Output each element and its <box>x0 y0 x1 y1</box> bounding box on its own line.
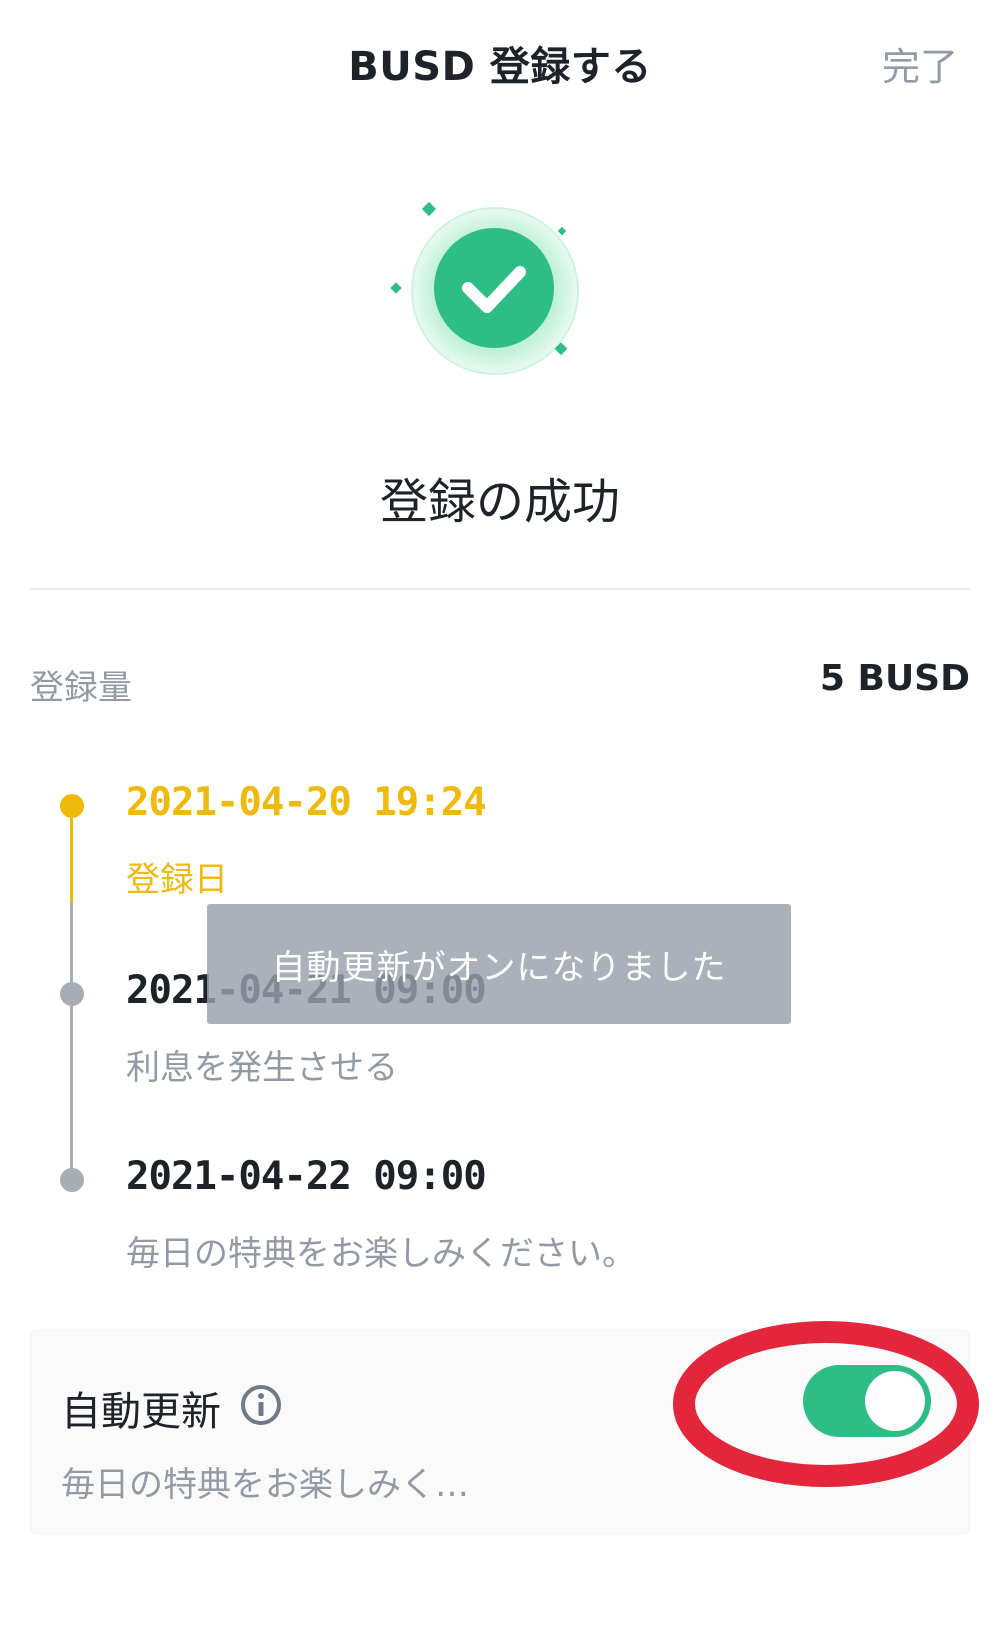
auto-renew-toggle[interactable] <box>803 1365 931 1437</box>
done-button[interactable]: 完了 <box>882 36 958 91</box>
timeline-date: 2021-04-22 09:00 <box>126 1154 487 1199</box>
auto-renew-card: 自動更新 毎日の特典をお楽しみく… <box>30 1330 970 1534</box>
page-title: BUSD 登録する <box>348 44 652 90</box>
amount-label: 登録量 <box>30 668 132 708</box>
check-circle-icon <box>390 196 600 386</box>
success-title: 登録の成功 <box>379 474 620 530</box>
toggle-knob <box>865 1371 925 1431</box>
timeline-desc: 登録日 <box>126 860 228 900</box>
toast-message: 自動更新がオンになりました <box>207 904 791 1024</box>
timeline-line <box>70 902 73 1178</box>
timeline-desc: 利息を発生させる <box>126 1048 398 1088</box>
divider <box>30 588 970 590</box>
timeline-dot-active <box>60 794 84 818</box>
amount-value: 5 BUSD <box>819 658 970 699</box>
auto-renew-title: 自動更新 <box>61 1389 221 1435</box>
auto-renew-desc: 毎日の特典をお楽しみく… <box>61 1465 469 1505</box>
timeline-dot <box>60 982 84 1006</box>
info-icon[interactable] <box>239 1383 283 1427</box>
timeline-date: 2021-04-20 19:24 <box>126 780 487 825</box>
timeline-line-active <box>70 806 73 902</box>
timeline-dot <box>60 1168 84 1192</box>
timeline-desc: 毎日の特典をお楽しみください。 <box>126 1234 636 1274</box>
